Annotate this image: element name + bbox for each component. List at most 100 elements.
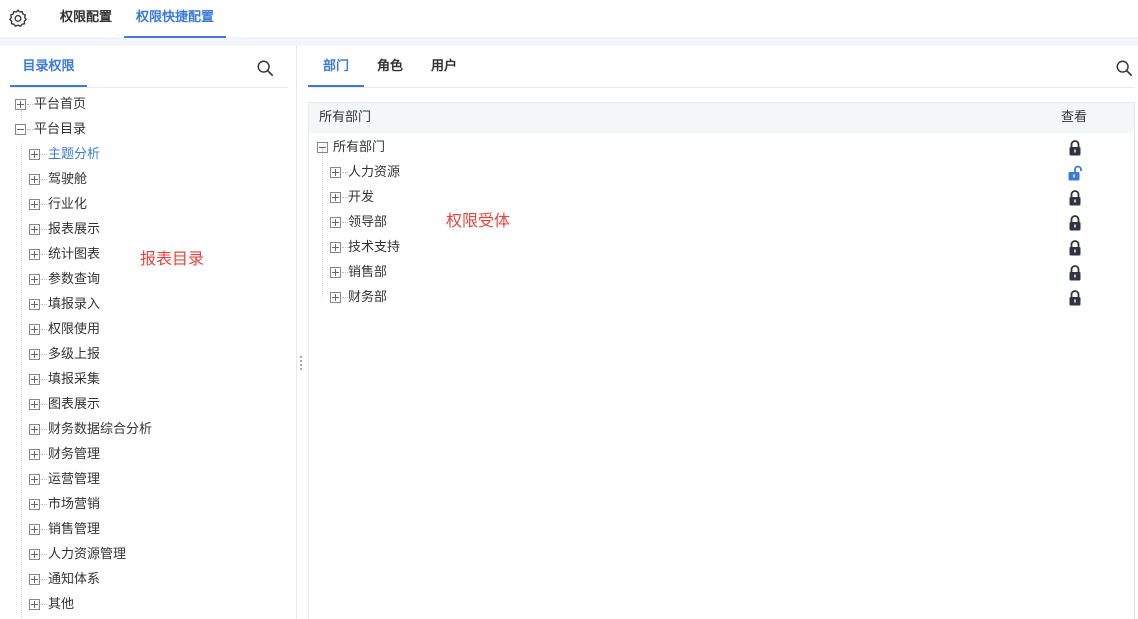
tab-role[interactable]: 角色 bbox=[377, 46, 403, 87]
department-label: 人力资源 bbox=[348, 165, 401, 180]
expand-icon[interactable] bbox=[29, 499, 40, 510]
tree-node-label: 其他 bbox=[48, 597, 75, 612]
expand-icon[interactable] bbox=[29, 374, 40, 385]
unlock-icon[interactable] bbox=[1068, 165, 1082, 181]
left-tab-underline bbox=[10, 87, 288, 88]
expand-icon[interactable] bbox=[29, 474, 40, 485]
expand-icon[interactable] bbox=[29, 349, 40, 360]
tree-node[interactable]: 财务数据综合分析 bbox=[29, 417, 290, 442]
tree-connector bbox=[41, 354, 47, 355]
expand-icon[interactable] bbox=[29, 599, 40, 610]
tree-node[interactable]: 行业化 bbox=[29, 192, 290, 217]
expand-icon[interactable] bbox=[29, 424, 40, 435]
tree-node-label: 多级上报 bbox=[48, 347, 101, 362]
tree-node[interactable]: 运营管理 bbox=[29, 467, 290, 492]
expand-icon[interactable] bbox=[29, 174, 40, 185]
tree-node-label: 运营管理 bbox=[48, 472, 101, 487]
tree-connector bbox=[41, 554, 47, 555]
lock-icon[interactable] bbox=[1068, 140, 1082, 156]
left-panel: 目录权限 平台首页平台目录 主题分析 驾驶舱 行业化 报表展示统计图表参数查询填报录入权… bbox=[0, 46, 297, 619]
department-label: 销售部 bbox=[348, 265, 388, 280]
expand-icon[interactable] bbox=[29, 199, 40, 210]
department-row: 销售部 bbox=[309, 260, 1134, 285]
tree-node[interactable]: 人力资源管理 bbox=[29, 542, 290, 567]
tab-department[interactable]: 部门 bbox=[308, 46, 364, 87]
department-node[interactable]: 人力资源 bbox=[330, 160, 630, 185]
department-permission-grid: 所有部门 查看 所有部门 人力资源 开发 领导部 技术支持 销售部 财务部 bbox=[308, 102, 1135, 619]
tree-node[interactable]: 通知体系 bbox=[29, 567, 290, 592]
search-icon[interactable] bbox=[256, 59, 274, 77]
tree-connector bbox=[41, 529, 47, 530]
lock-icon[interactable] bbox=[1068, 215, 1082, 231]
department-row: 所有部门 bbox=[309, 135, 1134, 160]
tree-connector bbox=[41, 304, 47, 305]
collapse-icon[interactable] bbox=[15, 124, 26, 135]
tree-node[interactable]: 填报录入 bbox=[29, 292, 290, 317]
expand-icon[interactable] bbox=[29, 149, 40, 160]
lock-icon[interactable] bbox=[1068, 265, 1082, 281]
tree-node[interactable]: 销售管理 bbox=[29, 517, 290, 542]
expand-icon[interactable] bbox=[15, 99, 26, 110]
expand-icon[interactable] bbox=[330, 242, 341, 253]
tree-node-label: 填报录入 bbox=[48, 297, 101, 312]
search-icon[interactable] bbox=[1115, 59, 1133, 77]
expand-icon[interactable] bbox=[29, 299, 40, 310]
annotation-permission-subject: 权限受体 bbox=[446, 211, 511, 230]
tree-node[interactable]: 参数查询 bbox=[29, 267, 290, 292]
grid-header-name: 所有部门 bbox=[319, 110, 372, 125]
tree-node[interactable]: 其他 bbox=[29, 592, 290, 617]
expand-icon[interactable] bbox=[330, 292, 341, 303]
expand-icon[interactable] bbox=[29, 224, 40, 235]
lock-icon[interactable] bbox=[1068, 240, 1082, 256]
expand-icon[interactable] bbox=[29, 549, 40, 560]
expand-icon[interactable] bbox=[29, 574, 40, 585]
tree-node-label: 统计图表 bbox=[48, 247, 101, 262]
expand-icon[interactable] bbox=[330, 267, 341, 278]
tree-connector bbox=[41, 429, 47, 430]
expand-icon[interactable] bbox=[29, 249, 40, 260]
tree-node-label: 图表展示 bbox=[48, 397, 101, 412]
expand-icon[interactable] bbox=[29, 449, 40, 460]
right-tab-underline bbox=[308, 87, 1135, 88]
department-node[interactable]: 财务部 bbox=[330, 285, 630, 310]
tree-node[interactable]: 平台首页 bbox=[15, 92, 290, 117]
gear-icon[interactable] bbox=[8, 8, 28, 28]
department-row: 财务部 bbox=[309, 285, 1134, 310]
expand-icon[interactable] bbox=[330, 192, 341, 203]
tree-node[interactable]: 填报采集 bbox=[29, 367, 290, 392]
tree-connector bbox=[41, 604, 47, 605]
tree-node[interactable]: 财务管理 bbox=[29, 442, 290, 467]
tab-directory-permission[interactable]: 目录权限 bbox=[10, 46, 87, 87]
lock-icon[interactable] bbox=[1068, 190, 1082, 206]
tree-node-label: 财务数据综合分析 bbox=[48, 422, 153, 437]
tree-node[interactable]: 权限使用 bbox=[29, 317, 290, 342]
expand-icon[interactable] bbox=[330, 167, 341, 178]
tree-node[interactable]: 市场营销 bbox=[29, 492, 290, 517]
expand-icon[interactable] bbox=[330, 217, 341, 228]
tree-node[interactable]: 多级上报 bbox=[29, 342, 290, 367]
tab-permission-quick-config[interactable]: 权限快捷配置 bbox=[124, 0, 226, 38]
expand-icon[interactable] bbox=[29, 274, 40, 285]
expand-icon[interactable] bbox=[29, 524, 40, 535]
tab-permission-config[interactable]: 权限配置 bbox=[60, 0, 112, 38]
department-node[interactable]: 技术支持 bbox=[330, 235, 630, 260]
expand-icon[interactable] bbox=[29, 399, 40, 410]
collapse-icon[interactable] bbox=[317, 142, 328, 153]
lock-icon[interactable] bbox=[1068, 290, 1082, 306]
tree-guide-line bbox=[21, 142, 22, 617]
expand-icon[interactable] bbox=[29, 324, 40, 335]
tree-node[interactable]: 驾驶舱 bbox=[29, 167, 290, 192]
tree-node[interactable]: 主题分析 bbox=[29, 142, 290, 167]
department-row: 技术支持 bbox=[309, 235, 1134, 260]
tree-node[interactable]: 图表展示 bbox=[29, 392, 290, 417]
tree-connector bbox=[41, 229, 47, 230]
department-node[interactable]: 销售部 bbox=[330, 260, 630, 285]
tree-node[interactable]: 平台目录 bbox=[15, 117, 290, 142]
department-node[interactable]: 所有部门 bbox=[317, 135, 617, 160]
tree-node[interactable]: 报表展示 bbox=[29, 217, 290, 242]
tree-connector bbox=[41, 154, 47, 155]
tree-connector bbox=[41, 179, 47, 180]
tree-node-label: 平台首页 bbox=[34, 97, 87, 112]
tab-user[interactable]: 用户 bbox=[431, 46, 457, 87]
tree-node-label: 财务管理 bbox=[48, 447, 101, 462]
